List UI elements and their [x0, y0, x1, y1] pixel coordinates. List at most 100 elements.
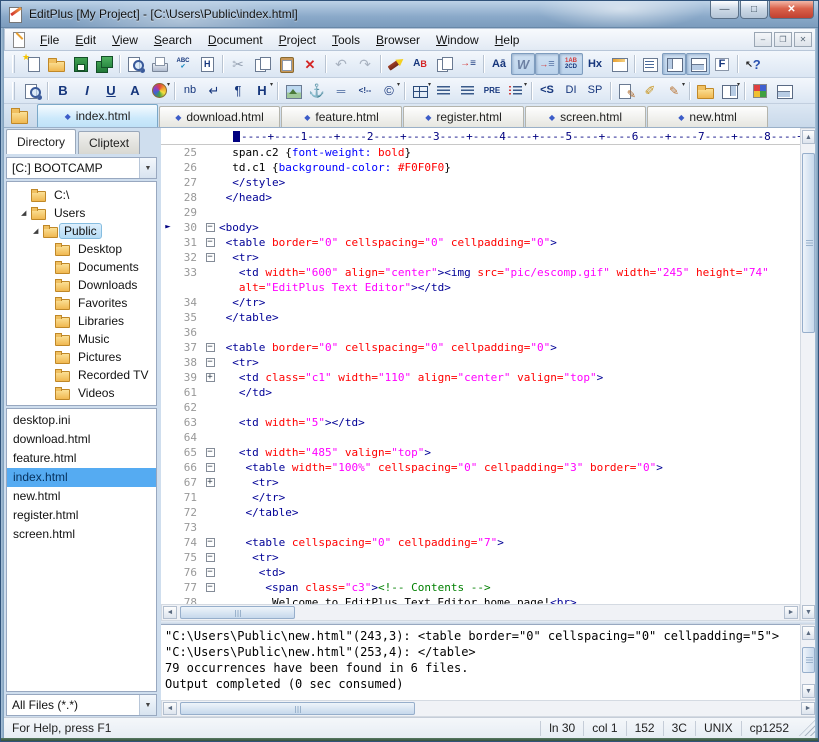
print-button[interactable] — [147, 53, 171, 75]
special-character-button[interactable]: ©▾ — [377, 80, 401, 102]
toolbar-grip[interactable] — [12, 82, 15, 100]
mdi-close-button[interactable]: ✕ — [794, 32, 812, 47]
convert-case-button[interactable]: Aā — [487, 53, 511, 75]
tab-new-html[interactable]: ◆new.html — [647, 106, 768, 127]
cut-button[interactable]: ✂ — [226, 53, 250, 75]
drive-selector[interactable]: [C:] BOOTCAMP ▼ — [6, 157, 157, 179]
align-right-button[interactable] — [456, 80, 480, 102]
undo-button[interactable]: ↶ — [329, 53, 353, 75]
toggle-output-window-button[interactable] — [686, 53, 710, 75]
font-button[interactable]: A — [123, 80, 147, 102]
dropdown-arrow-icon[interactable]: ▾ — [428, 81, 431, 88]
browser-preview-button[interactable] — [20, 80, 44, 102]
menu-document[interactable]: Document — [200, 30, 271, 50]
scroll-left-icon[interactable]: ◄ — [163, 606, 177, 619]
chevron-down-icon[interactable]: ▼ — [139, 158, 156, 178]
fold-toggle[interactable]: − — [206, 463, 215, 472]
tree-item-music[interactable]: Music — [7, 330, 156, 348]
file-item-desktop-ini[interactable]: desktop.ini — [7, 411, 156, 430]
expand-arrow-icon[interactable]: ◢ — [33, 227, 43, 235]
document-list-button[interactable] — [638, 53, 662, 75]
file-item-index-html[interactable]: index.html — [7, 468, 156, 487]
dropdown-arrow-icon[interactable]: ▾ — [524, 81, 527, 88]
menu-window[interactable]: Window — [428, 30, 487, 50]
fold-toggle[interactable]: + — [206, 373, 215, 382]
tree-item-videos[interactable]: Videos — [7, 384, 156, 402]
scroll-up-icon[interactable]: ▲ — [802, 626, 815, 640]
tree-item-users[interactable]: ◢Users — [7, 204, 156, 222]
tab-cliptext[interactable]: Cliptext — [78, 131, 140, 154]
dropdown-arrow-icon[interactable]: ▾ — [167, 81, 170, 88]
tree-item-recorded-tv[interactable]: Recorded TV — [7, 366, 156, 384]
dropdown-arrow-icon[interactable]: ▾ — [397, 81, 400, 88]
toggle-directory-window-button[interactable] — [662, 53, 686, 75]
find-in-files-button[interactable] — [432, 53, 456, 75]
open-file-button[interactable] — [44, 53, 68, 75]
file-item-new-html[interactable]: new.html — [7, 487, 156, 506]
save-all-button[interactable] — [92, 53, 116, 75]
mdi-minimize-button[interactable]: – — [754, 32, 772, 47]
fold-toggle[interactable]: − — [206, 448, 215, 457]
new-file-button[interactable] — [20, 53, 44, 75]
file-item-download-html[interactable]: download.html — [7, 430, 156, 449]
fold-toggle[interactable]: − — [206, 343, 215, 352]
fold-toggle[interactable]: − — [206, 538, 215, 547]
bold-button[interactable]: B — [51, 80, 75, 102]
italic-button[interactable]: I — [75, 80, 99, 102]
fold-toggle[interactable]: − — [206, 583, 215, 592]
insert-image-button[interactable] — [281, 80, 305, 102]
paragraph-button[interactable]: ¶ — [226, 80, 250, 102]
file-item-feature-html[interactable]: feature.html — [7, 449, 156, 468]
line-break-button[interactable]: ↵ — [202, 80, 226, 102]
strip-tags-button[interactable]: <S — [535, 80, 559, 102]
tree-item-desktop[interactable]: Desktop — [7, 240, 156, 258]
file-item-register-html[interactable]: register.html — [7, 506, 156, 525]
expand-arrow-icon[interactable]: ◢ — [21, 209, 31, 217]
fold-toggle[interactable]: − — [206, 553, 215, 562]
mdi-restore-button[interactable]: ❐ — [774, 32, 792, 47]
tab-screen-html[interactable]: ◆screen.html — [525, 106, 646, 127]
delete-button[interactable]: ✕ — [298, 53, 322, 75]
scroll-right-icon[interactable]: ► — [801, 702, 815, 715]
word-wrap-button[interactable]: W — [511, 53, 535, 75]
scroll-left-icon[interactable]: ◄ — [163, 702, 177, 715]
resize-grip[interactable] — [799, 720, 815, 736]
tree-item-libraries[interactable]: Libraries — [7, 312, 156, 330]
edit-document-button[interactable] — [614, 80, 638, 102]
fold-toggle[interactable]: + — [206, 478, 215, 487]
fold-toggle[interactable]: − — [206, 238, 215, 247]
tree-item-favorites[interactable]: Favorites — [7, 294, 156, 312]
spell-check-button[interactable]: ABC✔ — [171, 53, 195, 75]
output-hscroll-thumb[interactable] — [180, 702, 415, 715]
full-screen-button[interactable]: F — [710, 53, 734, 75]
fold-toggle[interactable]: − — [206, 223, 215, 232]
fold-toggle[interactable]: − — [206, 358, 215, 367]
highlight-pen-button[interactable]: ✐ — [638, 80, 662, 102]
tab-index-html[interactable]: ◆index.html — [37, 104, 158, 127]
tab-feature-html[interactable]: ◆feature.html — [281, 106, 402, 127]
span-tag-button[interactable]: SP — [583, 80, 607, 102]
maximize-button[interactable]: □ — [740, 1, 768, 19]
auto-indent-button[interactable]: →≡ — [535, 53, 559, 75]
tab-download-html[interactable]: ◆download.html — [159, 106, 280, 127]
redo-button[interactable]: ↷ — [353, 53, 377, 75]
menu-tools[interactable]: Tools — [324, 30, 368, 50]
hex-viewer-button[interactable]: Hx — [583, 53, 607, 75]
menu-view[interactable]: View — [104, 30, 146, 50]
context-help-button[interactable]: ↖? — [741, 53, 765, 75]
project-folder-icon[interactable] — [9, 106, 31, 126]
split-window-button[interactable]: ▾ — [717, 80, 741, 102]
menu-project[interactable]: Project — [271, 30, 324, 50]
color-pencils-button[interactable]: ✎▾ — [662, 80, 686, 102]
find-button[interactable] — [384, 53, 408, 75]
editor-vscroll-thumb[interactable] — [802, 153, 815, 333]
preformatted-button[interactable]: PRE — [480, 80, 504, 102]
scroll-right-icon[interactable]: ► — [784, 606, 798, 619]
minimize-button[interactable]: — — [710, 1, 739, 19]
go-to-line-button[interactable]: →≡ — [456, 53, 480, 75]
scroll-down-icon[interactable]: ▼ — [802, 684, 815, 698]
fold-toggle[interactable]: − — [206, 568, 215, 577]
new-folder-window-button[interactable] — [693, 80, 717, 102]
tab-register-html[interactable]: ◆register.html — [403, 106, 524, 127]
menu-edit[interactable]: Edit — [67, 30, 104, 50]
